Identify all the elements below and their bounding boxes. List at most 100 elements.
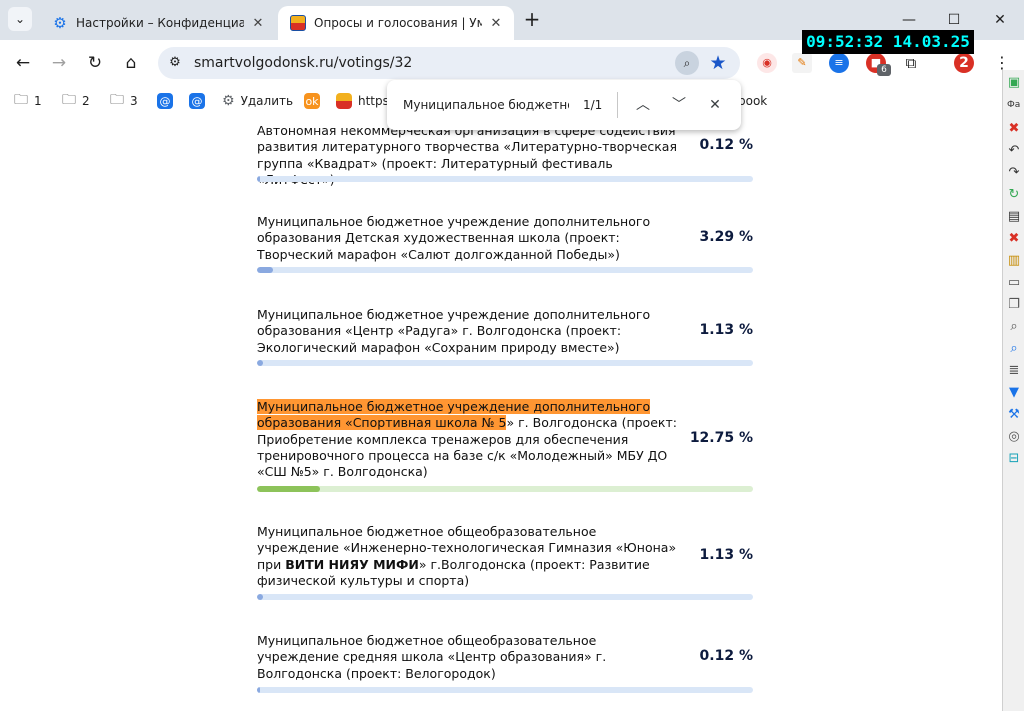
- close-icon[interactable]: ✕: [250, 16, 266, 31]
- reload-button[interactable]: ↻: [83, 51, 107, 75]
- vote-progress-fill: [257, 360, 263, 366]
- vote-percent: 12.75 %: [689, 430, 753, 446]
- new-tab-button[interactable]: +: [521, 8, 543, 30]
- find-in-page-icon[interactable]: ⌕: [675, 51, 699, 75]
- vote-progress-bar: [257, 176, 753, 182]
- clipboard-icon[interactable]: ▥: [1005, 252, 1023, 270]
- url-text[interactable]: smartvolgodonsk.ru/votings/32: [194, 47, 412, 79]
- vote-percent: 3.29 %: [699, 229, 753, 245]
- copy-icon[interactable]: ❐: [1005, 296, 1023, 314]
- home-button[interactable]: ⌂: [119, 51, 143, 75]
- wrap-icon[interactable]: ≣: [1005, 362, 1023, 380]
- vote-name: Муниципальное бюджетное общеобразователь…: [257, 524, 677, 588]
- vote-item: Муниципальное бюджетное учреждение допол…: [257, 214, 753, 274]
- profile-avatar[interactable]: 2: [954, 53, 974, 73]
- close-window-button[interactable]: ✕: [988, 8, 1012, 32]
- undo-icon[interactable]: ↶: [1005, 142, 1023, 160]
- bookmark-star-icon[interactable]: ★: [705, 50, 731, 76]
- vote-progress-fill: [257, 486, 321, 492]
- vote-item: Муниципальное бюджетное учреждение допол…: [257, 399, 753, 494]
- vote-percent: 1.13 %: [699, 322, 753, 338]
- vote-percent: 0.12 %: [699, 648, 753, 664]
- zoom-icon[interactable]: ⌕: [1005, 318, 1023, 336]
- bookmark-folder-1[interactable]: 🗀 1: [14, 91, 42, 111]
- vote-progress-bar: [257, 360, 753, 366]
- redo-icon[interactable]: ↷: [1005, 164, 1023, 182]
- vote-progress-fill: [257, 687, 260, 693]
- tab-settings[interactable]: ⚙ Настройки – Конфиденциальн ✕: [40, 6, 276, 40]
- city-crest-icon: [336, 93, 352, 109]
- disc-icon[interactable]: ◎: [1005, 428, 1023, 446]
- extension-side-panel: ▣ Фа ✖ ↶ ↷ ↻ ▤ ✖ ▥ ▭ ❐ ⌕ ⌕ ≣ ▼ ⚒ ◎ ⊟: [1002, 70, 1024, 711]
- close-icon[interactable]: ✖: [1005, 120, 1023, 138]
- vote-progress-fill: [257, 176, 260, 182]
- bookmark-book[interactable]: book: [738, 91, 767, 111]
- search-icon[interactable]: ⌕: [1005, 340, 1023, 358]
- vote-item: Автономная некоммерческая организация в …: [257, 123, 753, 187]
- back-button[interactable]: ←: [11, 51, 35, 75]
- bookmark-mail-2[interactable]: @: [189, 91, 211, 111]
- gear-icon: ⚙: [222, 93, 235, 109]
- find-next-button[interactable]: ﹀: [667, 93, 691, 117]
- bookmark-mail-1[interactable]: @: [157, 91, 179, 111]
- close-icon[interactable]: ✕: [488, 16, 504, 31]
- ok-icon: ok: [304, 93, 320, 109]
- vote-progress-bar: [257, 687, 753, 693]
- adblock-extension-icon[interactable]: ■ 6: [866, 53, 891, 76]
- folder-icon: 🗀: [14, 92, 28, 108]
- vote-name: Муниципальное бюджетное общеобразователь…: [257, 633, 607, 681]
- find-close-button[interactable]: ✕: [703, 93, 727, 117]
- save-icon[interactable]: ▤: [1005, 208, 1023, 226]
- maximize-button[interactable]: ☐: [942, 8, 966, 32]
- minus-box-icon[interactable]: ⊟: [1005, 450, 1023, 468]
- vpn-extension-icon[interactable]: ◉: [757, 53, 777, 73]
- translate-extension-icon[interactable]: ≡: [829, 53, 849, 73]
- refresh-icon[interactable]: ↻: [1005, 186, 1023, 204]
- side-panel-label: Фа: [1007, 100, 1021, 110]
- bookmark-folder-2[interactable]: 🗀 2: [62, 91, 90, 111]
- bookmark-delete[interactable]: ⚙ Удалить: [222, 91, 293, 111]
- extensions-puzzle-icon[interactable]: ⧉: [901, 53, 921, 73]
- find-bar: Муниципальное бюджетное учреждение 1/1 ︿…: [387, 80, 741, 130]
- delete-icon[interactable]: ✖: [1005, 230, 1023, 248]
- bookmark-folder-3[interactable]: 🗀 3: [110, 91, 138, 111]
- vote-name: Муниципальное бюджетное учреждение допол…: [257, 214, 651, 262]
- clipboard-extension-icon[interactable]: ✎: [792, 53, 812, 73]
- address-bar[interactable]: ⚙ smartvolgodonsk.ru/votings/32 ⌕ ★: [158, 47, 740, 79]
- folder-icon: 🗀: [62, 92, 76, 108]
- tab-search-button[interactable]: ⌄: [8, 7, 32, 31]
- vote-name-bold: ВИТИ НИЯУ МИФИ: [285, 556, 419, 572]
- vote-progress-bar: [257, 486, 753, 492]
- tab-title: Опросы и голосования | Умны: [314, 16, 482, 30]
- folder-icon: 🗀: [110, 92, 124, 108]
- extension-badge: 6: [877, 64, 891, 76]
- bookmark-https[interactable]: https:: [336, 91, 393, 111]
- vote-item: Муниципальное бюджетное учреждение допол…: [257, 307, 753, 367]
- find-previous-button[interactable]: ︿: [631, 93, 655, 117]
- vote-name: Муниципальное бюджетное учреждение допол…: [257, 399, 677, 480]
- sheet-icon[interactable]: ▣: [1005, 74, 1023, 92]
- vote-name: Муниципальное бюджетное учреждение допол…: [257, 307, 651, 355]
- page-content: Автономная некоммерческая организация в …: [0, 116, 1002, 711]
- bookmark-ok[interactable]: ok: [304, 91, 326, 111]
- tab-votings[interactable]: Опросы и голосования | Умны ✕: [278, 6, 514, 40]
- gear-icon: ⚙: [53, 14, 67, 32]
- at-sign-icon: @: [189, 93, 205, 109]
- site-info-icon[interactable]: ⚙: [164, 52, 186, 74]
- window-icon[interactable]: ▭: [1005, 274, 1023, 292]
- minimize-button[interactable]: —: [897, 8, 921, 32]
- find-input[interactable]: Муниципальное бюджетное учреждение: [403, 80, 569, 130]
- tab-title: Настройки – Конфиденциальн: [76, 16, 244, 30]
- vote-progress-fill: [257, 267, 274, 273]
- vote-percent: 1.13 %: [699, 547, 753, 563]
- city-crest-icon: [290, 15, 306, 31]
- vote-progress-fill: [257, 594, 263, 600]
- vote-item: Муниципальное бюджетное общеобразователь…: [257, 524, 753, 604]
- forward-button[interactable]: →: [47, 51, 71, 75]
- vote-progress-bar: [257, 594, 753, 600]
- save-as-icon[interactable]: ▼: [1005, 384, 1023, 402]
- find-separator: [617, 92, 618, 118]
- vote-percent: 0.12 %: [699, 137, 753, 153]
- clock-overlay: 09:52:32 14.03.25: [802, 30, 974, 54]
- tools-icon[interactable]: ⚒: [1005, 406, 1023, 424]
